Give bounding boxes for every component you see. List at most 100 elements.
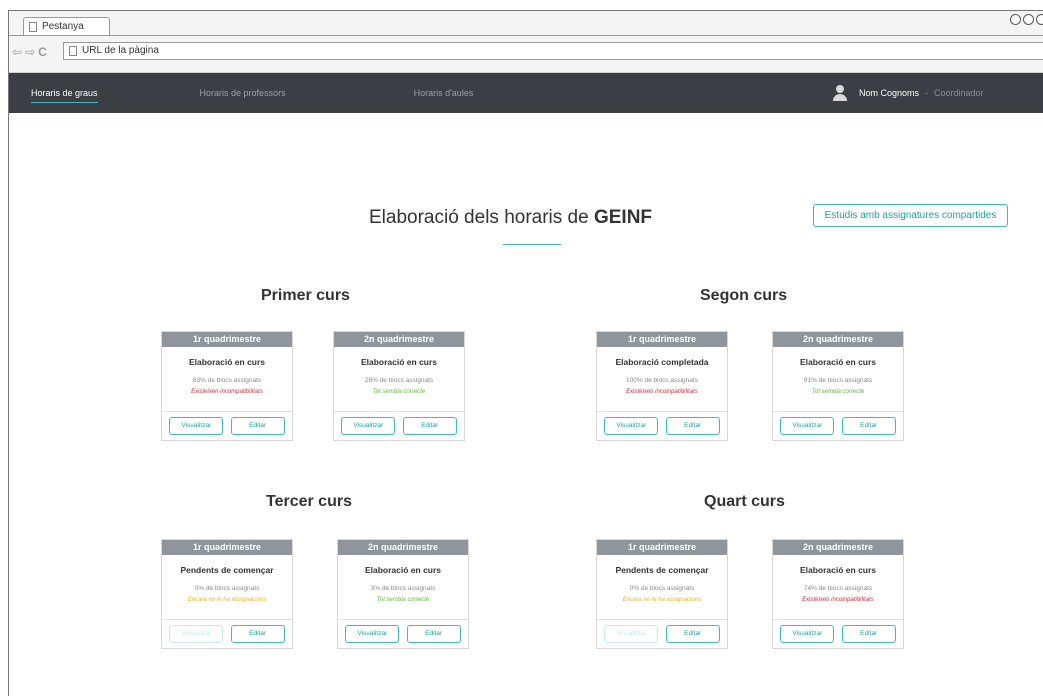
term-state: Elaboració en curs <box>799 357 877 367</box>
edit-button[interactable]: Editar <box>230 417 285 435</box>
back-arrow-icon[interactable]: ⇦ <box>12 45 23 59</box>
term-status-message: Tot sembla correcte <box>376 597 430 603</box>
term-status-message: Existeixen incompatibilitats <box>626 389 698 395</box>
card-divider <box>773 411 903 412</box>
edit-button[interactable]: Editar <box>230 625 285 643</box>
term-status-message: Existeixen incompatibilitats <box>802 597 874 603</box>
card-divider <box>162 411 292 412</box>
card-actions: Visualitzar Editar <box>338 625 468 643</box>
term-header: 2n quadrimestre <box>334 332 464 347</box>
term-status-message: Encara no hi ha assignacions <box>622 597 702 603</box>
course-title: Quart curs <box>704 493 785 510</box>
title-underline <box>503 244 561 245</box>
term-progress: 0% de blocs assignats <box>629 585 695 592</box>
document-icon <box>29 22 37 32</box>
window-controls <box>1010 14 1043 25</box>
nav-item-horaris-graus[interactable]: Horaris de graus <box>31 73 98 113</box>
user-name: Nom Cognoms <box>859 88 920 98</box>
user-icon <box>833 85 847 101</box>
term-status-message: Encara no hi ha assignacions <box>187 597 267 603</box>
browser-tab[interactable]: Pestanya <box>23 17 110 36</box>
term-state: Elaboració en curs <box>364 565 442 575</box>
shared-subjects-button[interactable]: Estudis amb assignatures compartides <box>813 204 1008 227</box>
page-title: Elaboració dels horaris de GEINF <box>369 207 652 229</box>
term-card: 1r quadrimestre Pendents de començar 0% de… <box>161 539 293 649</box>
view-button[interactable]: Visualitzar <box>345 625 400 643</box>
forward-arrow-icon[interactable]: ⇨ <box>25 45 36 59</box>
term-progress: 74% de blocs assignats <box>803 585 873 592</box>
nav-item-horaris-professors[interactable]: Horaris de professors <box>200 73 286 113</box>
edit-button[interactable]: Editar <box>665 625 720 643</box>
term-progress: 26% de blocs assignats <box>364 377 434 384</box>
card-divider <box>338 619 468 620</box>
term-status-message: Tot sembla correcte <box>372 389 426 395</box>
term-header: 2n quadrimestre <box>338 540 468 555</box>
url-field[interactable]: URL de la pàgina <box>63 42 1043 60</box>
view-button[interactable]: Visualitzar <box>780 625 835 643</box>
window-control-icon[interactable] <box>1010 14 1021 25</box>
term-header: 1r quadrimestre <box>597 540 727 555</box>
edit-button[interactable]: Editar <box>841 417 896 435</box>
view-button[interactable]: Visualitzar <box>604 417 659 435</box>
view-button: Visualitzar <box>604 625 659 643</box>
document-icon <box>69 46 77 56</box>
term-progress: 0% de blocs assignats <box>194 585 260 592</box>
address-bar-row: ⇦ ⇨ C URL de la pàgina <box>9 41 1043 63</box>
card-actions: Visualitzar Editar <box>597 625 727 643</box>
card-actions: Visualitzar Editar <box>162 417 292 435</box>
term-header: 1r quadrimestre <box>162 540 292 555</box>
term-card: 1r quadrimestre Elaboració completada 100%… <box>596 331 728 441</box>
edit-button[interactable]: Editar <box>406 625 461 643</box>
term-header: 1r quadrimestre <box>597 332 727 347</box>
card-divider <box>162 619 292 620</box>
view-button[interactable]: Visualitzar <box>169 417 224 435</box>
term-header: 2n quadrimestre <box>773 332 903 347</box>
tab-bar-line <box>9 35 1043 36</box>
card-actions: Visualitzar Editar <box>773 417 903 435</box>
term-card: 1r quadrimestre Pendents de començar 0% de… <box>596 539 728 649</box>
edit-button[interactable]: Editar <box>402 417 457 435</box>
course-title: Tercer curs <box>266 493 352 510</box>
term-card: 2n quadrimestre Elaboració en curs 74% de … <box>772 539 904 649</box>
view-button[interactable]: Visualitzar <box>341 417 396 435</box>
app-navbar: Horaris de graus Horaris de professors H… <box>9 73 1043 113</box>
window-control-icon[interactable] <box>1023 14 1034 25</box>
term-state: Elaboració en curs <box>360 357 438 367</box>
reload-icon[interactable]: C <box>38 45 48 59</box>
term-status-message: Existeixen incompatibilitats <box>191 389 263 395</box>
browser-window: Pestanya ⇦ ⇨ C URL de la pàgina Horaris de… <box>8 10 1043 696</box>
term-state: Pendents de començar <box>615 565 709 575</box>
view-button[interactable]: Visualitzar <box>780 417 835 435</box>
term-progress: 100% de blocs assignats <box>626 377 698 384</box>
nav-item-horaris-aules[interactable]: Horaris d'aules <box>414 73 474 113</box>
view-button: Visualitzar <box>169 625 224 643</box>
browser-nav-buttons: ⇦ ⇨ C <box>12 45 50 59</box>
url-text: URL de la pàgina <box>82 45 159 56</box>
term-header: 1r quadrimestre <box>162 332 292 347</box>
course-title: Segon curs <box>700 287 788 304</box>
term-state: Pendents de començar <box>180 565 274 575</box>
card-actions: Visualitzar Editar <box>162 625 292 643</box>
browser-chrome: Pestanya ⇦ ⇨ C URL de la pàgina <box>9 11 1043 73</box>
user-role: Coordinador <box>934 88 984 98</box>
term-card: 2n quadrimestre Elaboració en curs 91% de … <box>772 331 904 441</box>
card-divider <box>597 619 727 620</box>
term-progress: 91% de blocs assignats <box>803 377 873 384</box>
card-actions: Visualitzar Editar <box>597 417 727 435</box>
term-card: 2n quadrimestre Elaboració en curs 3% de b… <box>337 539 469 649</box>
card-actions: Visualitzar Editar <box>773 625 903 643</box>
term-state: Elaboració completada <box>615 357 709 367</box>
edit-button[interactable]: Editar <box>665 417 720 435</box>
term-header: 2n quadrimestre <box>773 540 903 555</box>
user-separator: - <box>925 88 929 98</box>
card-divider <box>334 411 464 412</box>
edit-button[interactable]: Editar <box>841 625 896 643</box>
page-title-degree: GEINF <box>593 207 653 228</box>
window-control-icon[interactable] <box>1036 14 1043 25</box>
term-card: 1r quadrimestre Elaboració en curs 63% de … <box>161 331 293 441</box>
user-menu[interactable]: Nom Cognoms - Coordinador <box>833 73 984 113</box>
term-status-message: Tot sembla correcte <box>811 389 865 395</box>
term-state: Elaboració en curs <box>188 357 266 367</box>
main-nav: Horaris de graus Horaris de professors H… <box>9 73 473 113</box>
card-divider <box>597 411 727 412</box>
